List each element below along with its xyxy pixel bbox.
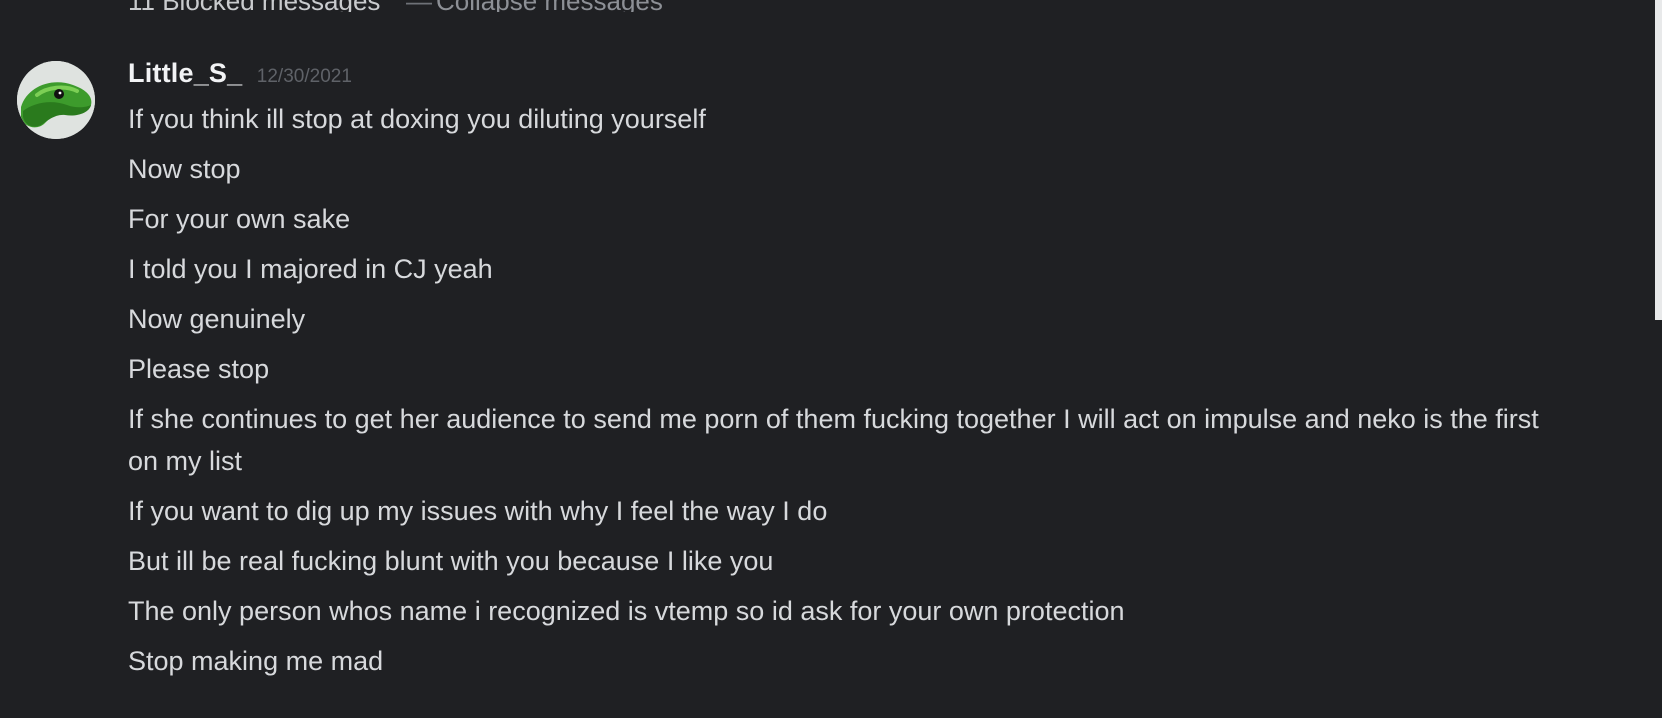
green-snake-avatar-icon (17, 61, 95, 139)
blocked-messages-label[interactable]: 11 Blocked messages (128, 0, 380, 12)
message-line: But ill be real fucking blunt with you b… (128, 546, 774, 576)
message-line: I told you I majored in CJ yeah (128, 254, 493, 284)
message-line: Now stop (128, 154, 241, 184)
message-line: Stop making me mad (128, 646, 384, 676)
message-line: The only person whos name i recognized i… (128, 596, 1125, 626)
close-icon[interactable]: ✕ (44, 0, 66, 5)
message-header: Little_S_ 12/30/2021 (128, 58, 352, 94)
blocked-messages-bar: ✕ 11 Blocked messages — Collapse message… (0, 0, 1640, 12)
message-lines: If you think ill stop at doxing you dilu… (128, 98, 1548, 690)
avatar[interactable] (17, 61, 95, 139)
message-line: If she continues to get her audience to … (128, 404, 1539, 476)
message-line: For your own sake (128, 204, 351, 234)
message-line: Please stop (128, 354, 270, 384)
scrollbar[interactable] (1655, 0, 1662, 320)
separator: — (406, 0, 432, 12)
message-line: If you want to dig up my issues with why… (128, 496, 828, 526)
message-line: If you think ill stop at doxing you dilu… (128, 104, 706, 134)
message-line: Now genuinely (128, 304, 306, 334)
timestamp: 12/30/2021 (256, 66, 352, 87)
collapse-messages-link[interactable]: Collapse messages (436, 0, 663, 12)
username[interactable]: Little_S_ (128, 58, 242, 88)
